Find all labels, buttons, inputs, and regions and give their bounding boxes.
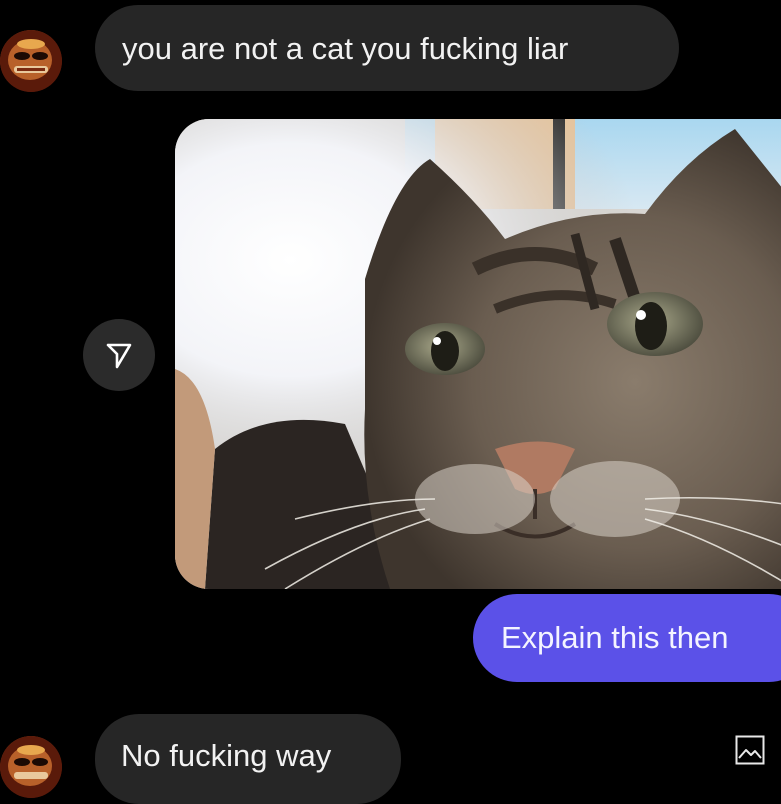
send-triangle-icon (106, 343, 132, 369)
sender-avatar[interactable] (0, 30, 62, 92)
avatar-icon (0, 30, 62, 92)
shared-photo[interactable] (175, 119, 781, 589)
message-bubble-outgoing[interactable]: Explain this then (473, 594, 781, 682)
message-bubble-incoming[interactable]: No fucking way (95, 714, 401, 804)
share-button[interactable] (83, 319, 155, 391)
message-text: you are not a cat you fucking liar (122, 30, 569, 66)
cat-photo-image (175, 119, 781, 589)
sender-avatar[interactable] (0, 736, 62, 798)
message-text: Explain this then (501, 620, 729, 655)
message-text: No fucking way (121, 737, 332, 773)
image-icon (735, 735, 765, 765)
avatar-icon (0, 736, 62, 798)
message-bubble-incoming[interactable]: you are not a cat you fucking liar (95, 5, 679, 91)
